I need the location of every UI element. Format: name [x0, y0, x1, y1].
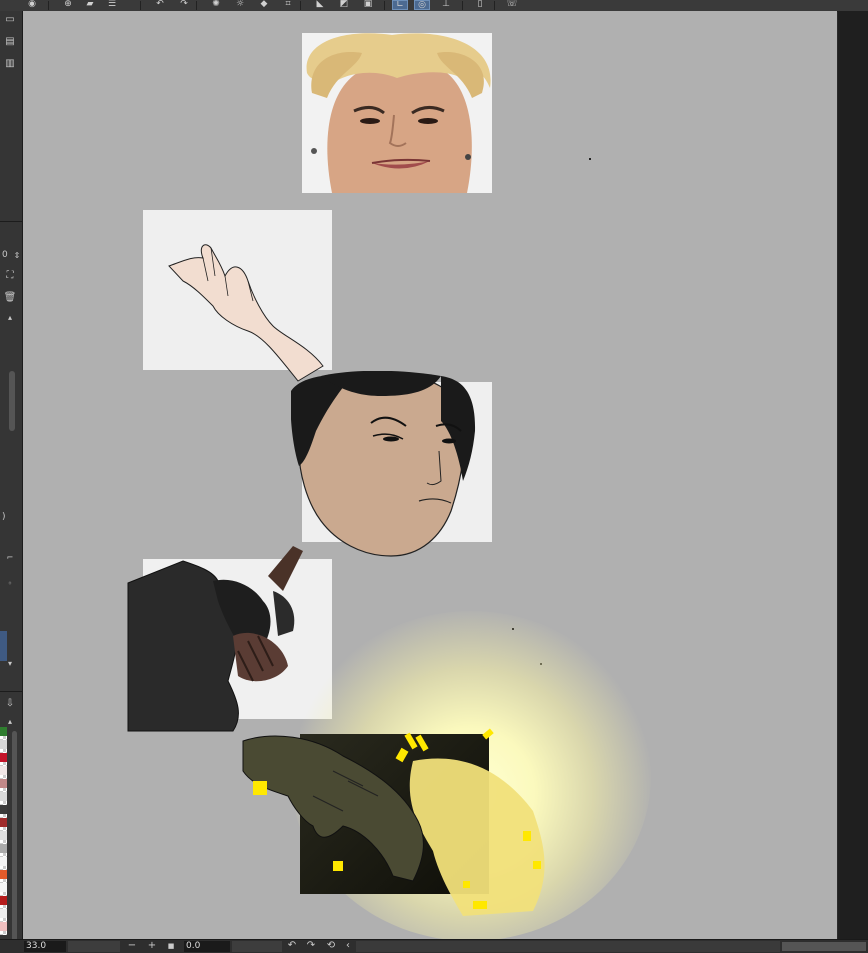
ruler-icon[interactable]: ◣	[312, 0, 328, 10]
color-swatch[interactable]	[0, 753, 7, 762]
transparent-swatch[interactable]	[0, 892, 7, 896]
color-swatch[interactable]	[0, 766, 7, 775]
scroll-down-icon[interactable]: ▾	[2, 657, 18, 669]
stray-dot	[589, 158, 591, 160]
color-swatch[interactable]	[0, 805, 7, 814]
device-icon[interactable]: ▯	[472, 0, 488, 10]
transform-icon[interactable]: ⌗	[280, 0, 296, 10]
hand-sketch	[168, 244, 324, 382]
toolbar-separator	[48, 1, 49, 10]
fill-icon[interactable]: ◆	[256, 0, 272, 10]
redo-icon[interactable]: ↷	[176, 0, 192, 10]
layer-scrollbar[interactable]	[9, 371, 15, 431]
transparent-swatch[interactable]	[0, 749, 7, 753]
transparent-swatch[interactable]	[0, 788, 7, 792]
camera-icon[interactable]: ◉	[24, 0, 40, 10]
panel-divider-2	[0, 691, 22, 692]
palette-scrollbar[interactable]	[12, 731, 17, 941]
snap-ruler-icon[interactable]: ∟	[392, 0, 408, 10]
right-gutter	[838, 11, 868, 939]
color-swatch[interactable]	[0, 727, 7, 736]
angle-slider[interactable]	[232, 941, 282, 952]
collapse-icon[interactable]: ‹	[342, 940, 354, 952]
trash-icon[interactable]: 🗑	[2, 291, 18, 303]
reset-rotation-button[interactable]: ⟲	[325, 940, 337, 952]
horizontal-scrollbar[interactable]	[782, 942, 866, 951]
import-icon[interactable]: ⇩	[2, 697, 18, 709]
transparent-swatch[interactable]	[0, 879, 7, 883]
undo-icon[interactable]: ↶	[152, 0, 168, 10]
checker-toggle-icon[interactable]: ⛶	[2, 269, 18, 281]
zoom-field[interactable]: 33.0	[24, 941, 66, 952]
paren-label-top: )	[2, 512, 6, 522]
color-swatch[interactable]	[0, 896, 7, 905]
transparent-swatch[interactable]	[0, 801, 7, 805]
snap-circle-icon[interactable]: ◎	[414, 0, 430, 10]
mini-icon: ⌐	[6, 552, 14, 562]
snap-icon[interactable]: ▣	[360, 0, 376, 10]
transparent-swatch[interactable]	[0, 905, 7, 909]
color-swatch[interactable]	[0, 922, 7, 931]
color-swatch[interactable]	[0, 870, 7, 879]
panel-divider	[0, 221, 22, 222]
left-panel: ▭ ▤ ▥ 0 ⇕ ⛶ 🗑 ▴ ) ⌐ ◦ ▾ ⇩ ▴	[0, 11, 23, 941]
sun-icon[interactable]: ☼	[232, 0, 248, 10]
transparent-swatch[interactable]	[0, 827, 7, 831]
color-swatch[interactable]	[0, 818, 7, 827]
transparent-swatch[interactable]	[0, 931, 7, 935]
layer-icon[interactable]: ▭	[2, 13, 18, 25]
transparent-swatch[interactable]	[0, 918, 7, 922]
drawing-canvas[interactable]	[23, 11, 837, 939]
scroll-up-icon[interactable]: ▴	[2, 311, 18, 323]
menu-icon[interactable]: ☰	[104, 0, 120, 10]
mask-icon[interactable]: ◩	[336, 0, 352, 10]
transparent-swatch[interactable]	[0, 840, 7, 844]
panel-menu-icon[interactable]: ▥	[2, 57, 18, 69]
color-swatch[interactable]	[0, 883, 7, 892]
transparent-swatch[interactable]	[0, 853, 7, 857]
horizontal-track[interactable]	[356, 941, 780, 952]
color-swatch[interactable]	[0, 779, 7, 788]
transparent-swatch[interactable]	[0, 775, 7, 779]
reference-photo-face	[302, 33, 492, 193]
face-drawing	[291, 371, 476, 557]
add-layer-icon[interactable]: ⊕	[60, 0, 76, 10]
color-swatch[interactable]	[0, 857, 7, 866]
toolbar-separator	[494, 1, 495, 10]
toolbar-separator	[300, 1, 301, 10]
rotate-right-button[interactable]: ↷	[305, 940, 317, 952]
transparent-swatch[interactable]	[0, 866, 7, 870]
status-bar: 33.0 − + ■ 0.0 ↶ ↷ ⟲ ‹	[0, 939, 868, 953]
toolbar-separator	[462, 1, 463, 10]
toolbar-separator	[384, 1, 385, 10]
palette-scroll-up-icon[interactable]: ▴	[2, 715, 18, 727]
toolbar-separator	[140, 1, 141, 10]
toolbar-separator	[196, 1, 197, 10]
color-swatch[interactable]	[0, 844, 7, 853]
transparent-swatch[interactable]	[0, 736, 7, 740]
glowing-hands-drawing	[242, 728, 545, 916]
fit-button[interactable]: ■	[165, 940, 177, 952]
zoom-slider[interactable]	[68, 941, 120, 952]
loading-icon[interactable]: ✺	[208, 0, 224, 10]
color-swatch[interactable]	[0, 740, 7, 749]
zoom-out-button[interactable]: −	[126, 940, 138, 952]
rotate-left-button[interactable]: ↶	[286, 940, 298, 952]
guide-icon[interactable]: ⊥	[438, 0, 454, 10]
panel-toggle-icon[interactable]: ▤	[2, 35, 18, 47]
color-swatch[interactable]	[0, 909, 7, 918]
transparent-swatch[interactable]	[0, 814, 7, 818]
color-swatch[interactable]	[0, 792, 7, 801]
zoom-in-button[interactable]: +	[146, 940, 158, 952]
mini-icon-2: ◦	[7, 578, 13, 588]
help-icon[interactable]: ☏	[504, 0, 520, 10]
color-swatch[interactable]	[0, 831, 7, 840]
new-canvas-icon[interactable]: ▰	[82, 0, 98, 10]
transparent-swatch[interactable]	[0, 762, 7, 766]
angle-field[interactable]: 0.0	[184, 941, 230, 952]
